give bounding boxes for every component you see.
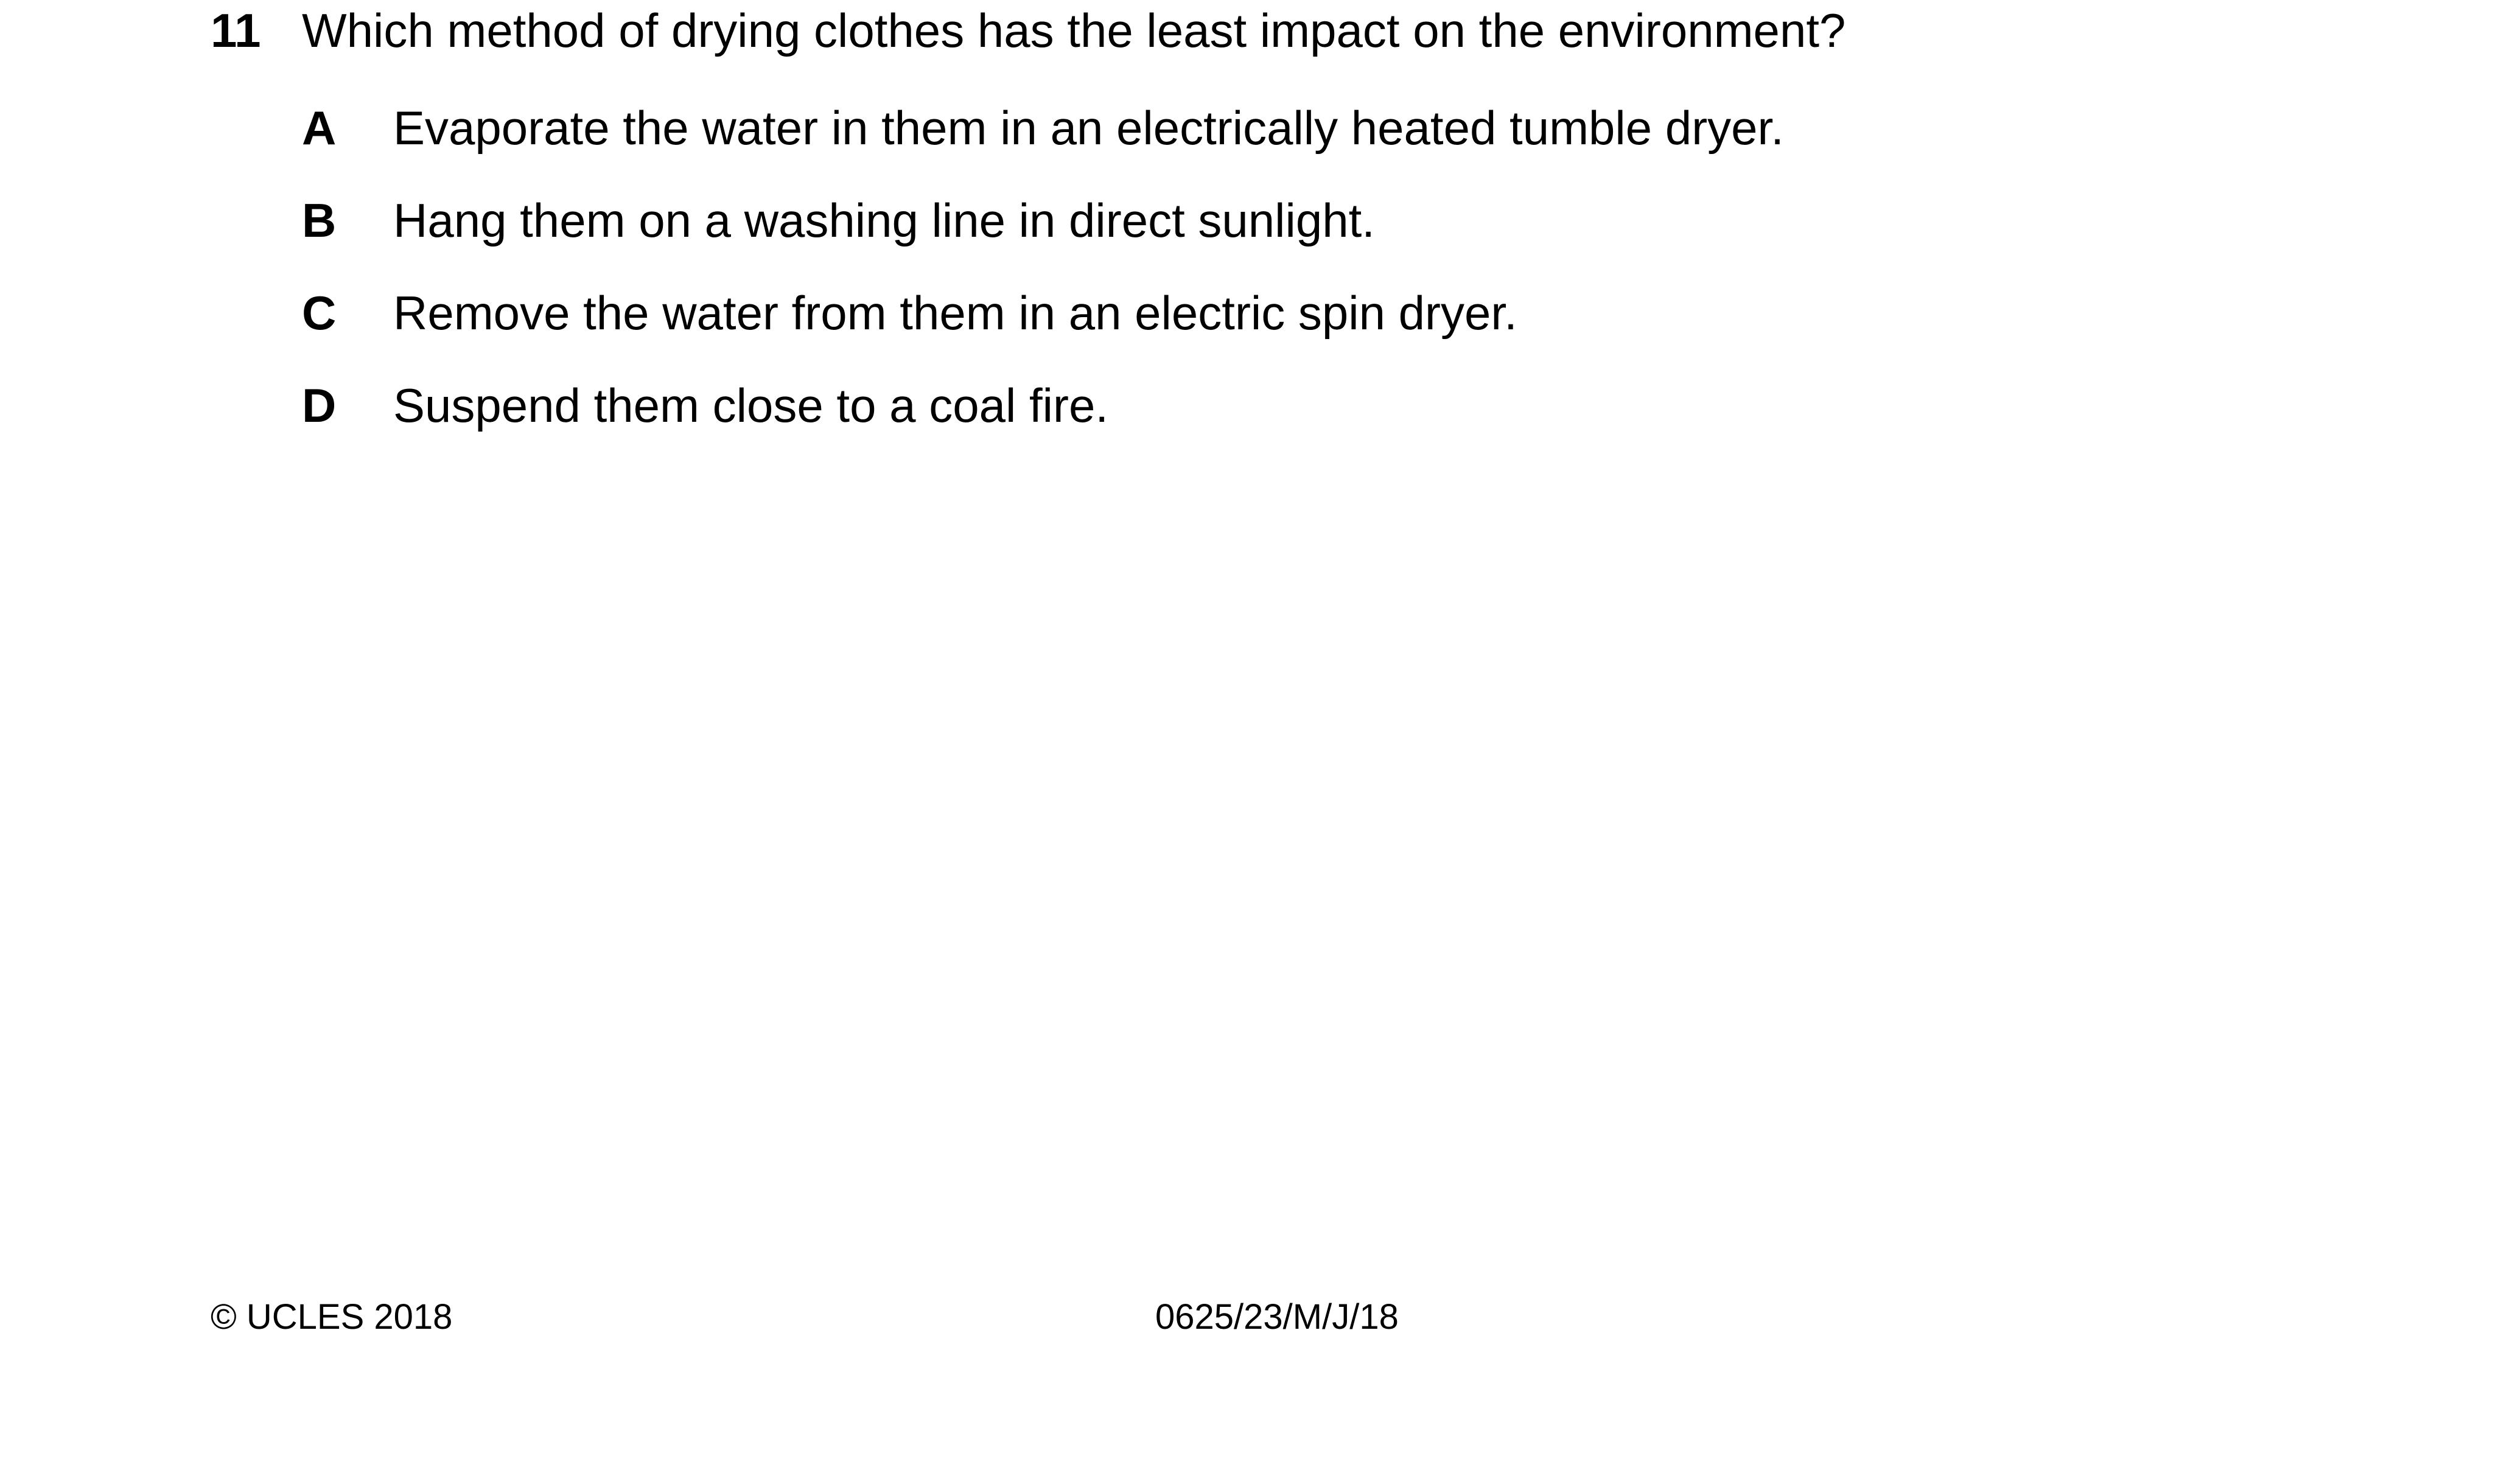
option-letter: B (302, 194, 337, 247)
option-d: D Suspend them close to a coal fire. (302, 375, 1108, 436)
exam-page: 11 Which method of drying clothes has th… (0, 0, 2515, 1484)
question-number: 11 (211, 4, 261, 57)
option-text: Remove the water from them in an electri… (393, 286, 1517, 340)
question-text: Which method of drying clothes has the l… (302, 4, 1846, 57)
option-letter: D (302, 379, 337, 432)
question-header: 11 Which method of drying clothes has th… (211, 0, 2402, 61)
copyright-notice: © UCLES 2018 (211, 1297, 453, 1337)
option-b: B Hang them on a washing line in direct … (302, 190, 1375, 251)
option-text: Suspend them close to a coal fire. (393, 379, 1108, 432)
paper-code: 0625/23/M/J/18 (1155, 1297, 1399, 1337)
option-c: C Remove the water from them in an elect… (302, 282, 1517, 343)
option-letter: C (302, 286, 337, 340)
option-letter: A (302, 101, 337, 155)
option-a: A Evaporate the water in them in an elec… (302, 97, 1784, 158)
option-text: Hang them on a washing line in direct su… (393, 194, 1375, 247)
option-text: Evaporate the water in them in an electr… (393, 101, 1784, 155)
